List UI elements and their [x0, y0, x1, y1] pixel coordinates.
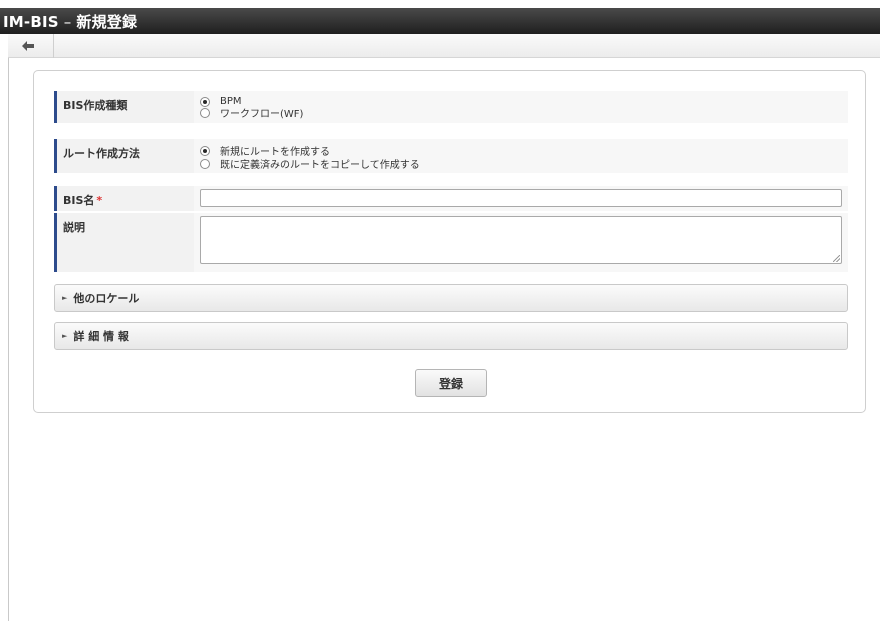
bis-type-row: BIS作成種類 BPM ワークフロー(WF): [54, 91, 848, 123]
bis-name-label-text: BIS名: [63, 194, 95, 207]
bis-type-options: BPM ワークフロー(WF): [194, 91, 848, 123]
radio-copy-route[interactable]: [200, 158, 210, 169]
description-label: 説明: [54, 213, 192, 272]
description-row: 説明: [54, 213, 848, 272]
bis-name-label: BIS名 *: [54, 186, 192, 211]
resize-grip-icon[interactable]: [833, 255, 840, 262]
app-title-bar: IM-BIS – 新規登録: [0, 0, 880, 34]
route-option-new[interactable]: 新規にルートを作成する: [200, 145, 848, 158]
window-title: IM-BIS – 新規登録: [3, 11, 137, 32]
details-label: 詳 細 情 報: [73, 330, 129, 343]
register-button[interactable]: 登録: [415, 369, 487, 397]
radio-workflow[interactable]: [200, 107, 210, 118]
expand-triangle-icon: ►: [62, 294, 68, 302]
route-option-copy[interactable]: 既に定義済みのルートをコピーして作成する: [200, 158, 848, 171]
app-name: IM-BIS: [3, 13, 59, 31]
bis-name-row: BIS名 *: [54, 186, 848, 211]
toolbar: [8, 34, 880, 58]
required-mark: *: [96, 194, 103, 207]
radio-workflow-label: ワークフロー(WF): [220, 109, 304, 120]
route-method-label: ルート作成方法: [54, 139, 192, 173]
radio-bpm[interactable]: [200, 96, 210, 107]
expand-triangle-icon: ►: [62, 332, 68, 340]
page-name: 新規登録: [76, 13, 138, 31]
bis-name-input[interactable]: [200, 189, 842, 207]
other-locale-section[interactable]: ► 他のロケール: [54, 284, 848, 312]
title-separator: –: [58, 13, 77, 31]
bis-name-value: [194, 186, 848, 211]
back-button[interactable]: [8, 34, 54, 58]
back-arrow-icon: [22, 41, 34, 51]
route-method-options: 新規にルートを作成する 既に定義済みのルートをコピーして作成する: [194, 139, 848, 173]
bis-type-option-wf[interactable]: ワークフロー(WF): [200, 107, 848, 120]
route-method-row: ルート作成方法 新規にルートを作成する 既に定義済みのルートをコピーして作成する: [54, 139, 848, 173]
left-divider: [8, 58, 9, 621]
description-value: [194, 213, 848, 272]
radio-copy-route-label: 既に定義済みのルートをコピーして作成する: [220, 160, 420, 171]
other-locale-label: 他のロケール: [73, 292, 140, 305]
bis-type-label: BIS作成種類: [54, 91, 192, 123]
radio-new-route[interactable]: [200, 145, 210, 156]
description-textarea[interactable]: [200, 216, 842, 264]
details-section[interactable]: ► 詳 細 情 報: [54, 322, 848, 350]
registration-form-panel: BIS作成種類 BPM ワークフロー(WF) ルート作成方法 新規にルートを作成…: [33, 70, 866, 413]
